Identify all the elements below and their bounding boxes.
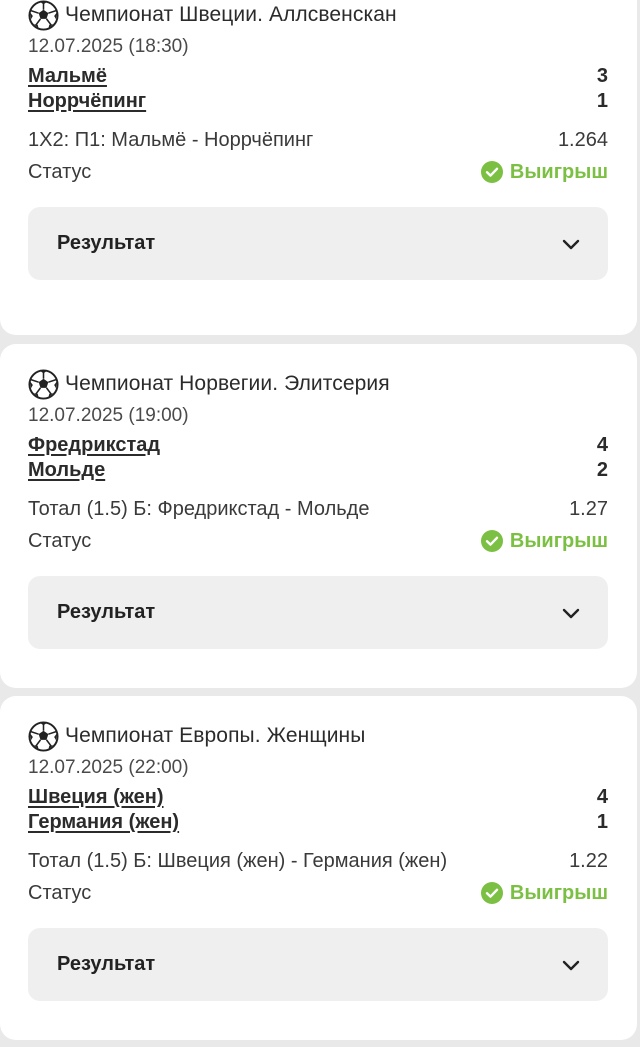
status-badge: Выигрыш [480,160,608,184]
result-label: Результат [57,953,156,975]
match-teams: Швеция (жен) 4 Германия (жен) 1 [28,785,608,835]
league-header: Чемпионат Норвегии. Элитсерия [28,367,608,401]
team-row-away: Германия (жен) 1 [28,810,608,835]
check-circle-icon [480,882,503,904]
team-row-away: Норрчёпинг 1 [28,89,608,114]
chevron-down-icon [562,239,580,249]
home-score: 4 [596,434,608,456]
bet-card-content: Чемпионат Европы. Женщины 12.07.2025 (22… [28,696,608,1001]
status-row: Статус Выигрыш [28,156,608,188]
check-circle-icon [480,530,503,552]
team-row-away: Мольде 2 [28,458,608,483]
soccer-ball-icon [28,368,59,400]
status-row: Статус Выигрыш [28,525,608,557]
check-circle-icon [480,161,503,183]
status-label: Статус [28,881,92,904]
match-datetime: 12.07.2025 (22:00) [28,757,189,778]
bet-card: Чемпионат Европы. Женщины 12.07.2025 (22… [0,696,637,1040]
status-label: Статус [28,160,92,183]
soccer-ball-icon [28,720,59,752]
away-score: 1 [596,90,608,112]
home-score: 4 [596,786,608,808]
bet-card: Чемпионат Швеции. Аллсвенскан 12.07.2025… [0,0,637,335]
bet-card-content: Чемпионат Норвегии. Элитсерия 12.07.2025… [28,344,608,649]
bet-description: 1X2: П1: Мальмё - Норрчёпинг [28,128,314,151]
chevron-down-icon [562,608,580,618]
bet-card-content: Чемпионат Швеции. Аллсвенскан 12.07.2025… [28,0,608,280]
league-header: Чемпионат Швеции. Аллсвенскан [28,0,608,32]
home-score: 3 [596,65,608,87]
match-teams: Фредрикстад 4 Мольде 2 [28,433,608,483]
away-team-link[interactable]: Мольде [28,459,105,482]
status-badge: Выигрыш [480,529,608,553]
status-row: Статус Выигрыш [28,877,608,909]
status-badge: Выигрыш [480,881,608,905]
match-datetime: 12.07.2025 (19:00) [28,405,189,426]
bet-row: 1X2: П1: Мальмё - Норрчёпинг 1.264 [28,124,608,156]
bet-row: Тотал (1.5) Б: Фредрикстад - Мольде 1.27 [28,493,608,525]
soccer-ball-icon [28,0,59,31]
result-accordion[interactable]: Результат [28,928,608,1001]
home-team-link[interactable]: Мальмё [28,65,107,88]
away-score: 2 [596,459,608,481]
bet-history-feed: Чемпионат Швеции. Аллсвенскан 12.07.2025… [0,0,640,1047]
away-team-link[interactable]: Германия (жен) [28,811,179,834]
away-score: 1 [596,811,608,833]
result-label: Результат [57,232,156,254]
team-row-home: Фредрикстад 4 [28,433,608,458]
chevron-down-icon [562,960,580,970]
bet-row: Тотал (1.5) Б: Швеция (жен) - Германия (… [28,845,608,877]
bet-card: Чемпионат Норвегии. Элитсерия 12.07.2025… [0,344,637,688]
bet-description: Тотал (1.5) Б: Фредрикстад - Мольде [28,497,370,520]
league-header: Чемпионат Европы. Женщины [28,719,608,753]
result-accordion[interactable]: Результат [28,207,608,280]
status-value: Выигрыш [509,881,608,904]
team-row-home: Мальмё 3 [28,64,608,89]
status-value: Выигрыш [509,160,608,183]
home-team-link[interactable]: Швеция (жен) [28,786,164,809]
bet-odds: 1.22 [569,849,608,872]
league-name: Чемпионат Норвегии. Элитсерия [65,372,390,395]
home-team-link[interactable]: Фредрикстад [28,434,160,457]
team-row-home: Швеция (жен) 4 [28,785,608,810]
bet-odds: 1.264 [557,128,608,151]
league-name: Чемпионат Европы. Женщины [65,724,366,747]
bet-odds: 1.27 [569,497,608,520]
status-label: Статус [28,529,92,552]
result-label: Результат [57,601,156,623]
match-datetime: 12.07.2025 (18:30) [28,36,189,57]
away-team-link[interactable]: Норрчёпинг [28,90,146,113]
status-value: Выигрыш [509,529,608,552]
match-teams: Мальмё 3 Норрчёпинг 1 [28,64,608,114]
result-accordion[interactable]: Результат [28,576,608,649]
league-name: Чемпионат Швеции. Аллсвенскан [65,3,397,26]
bet-description: Тотал (1.5) Б: Швеция (жен) - Германия (… [28,849,448,872]
